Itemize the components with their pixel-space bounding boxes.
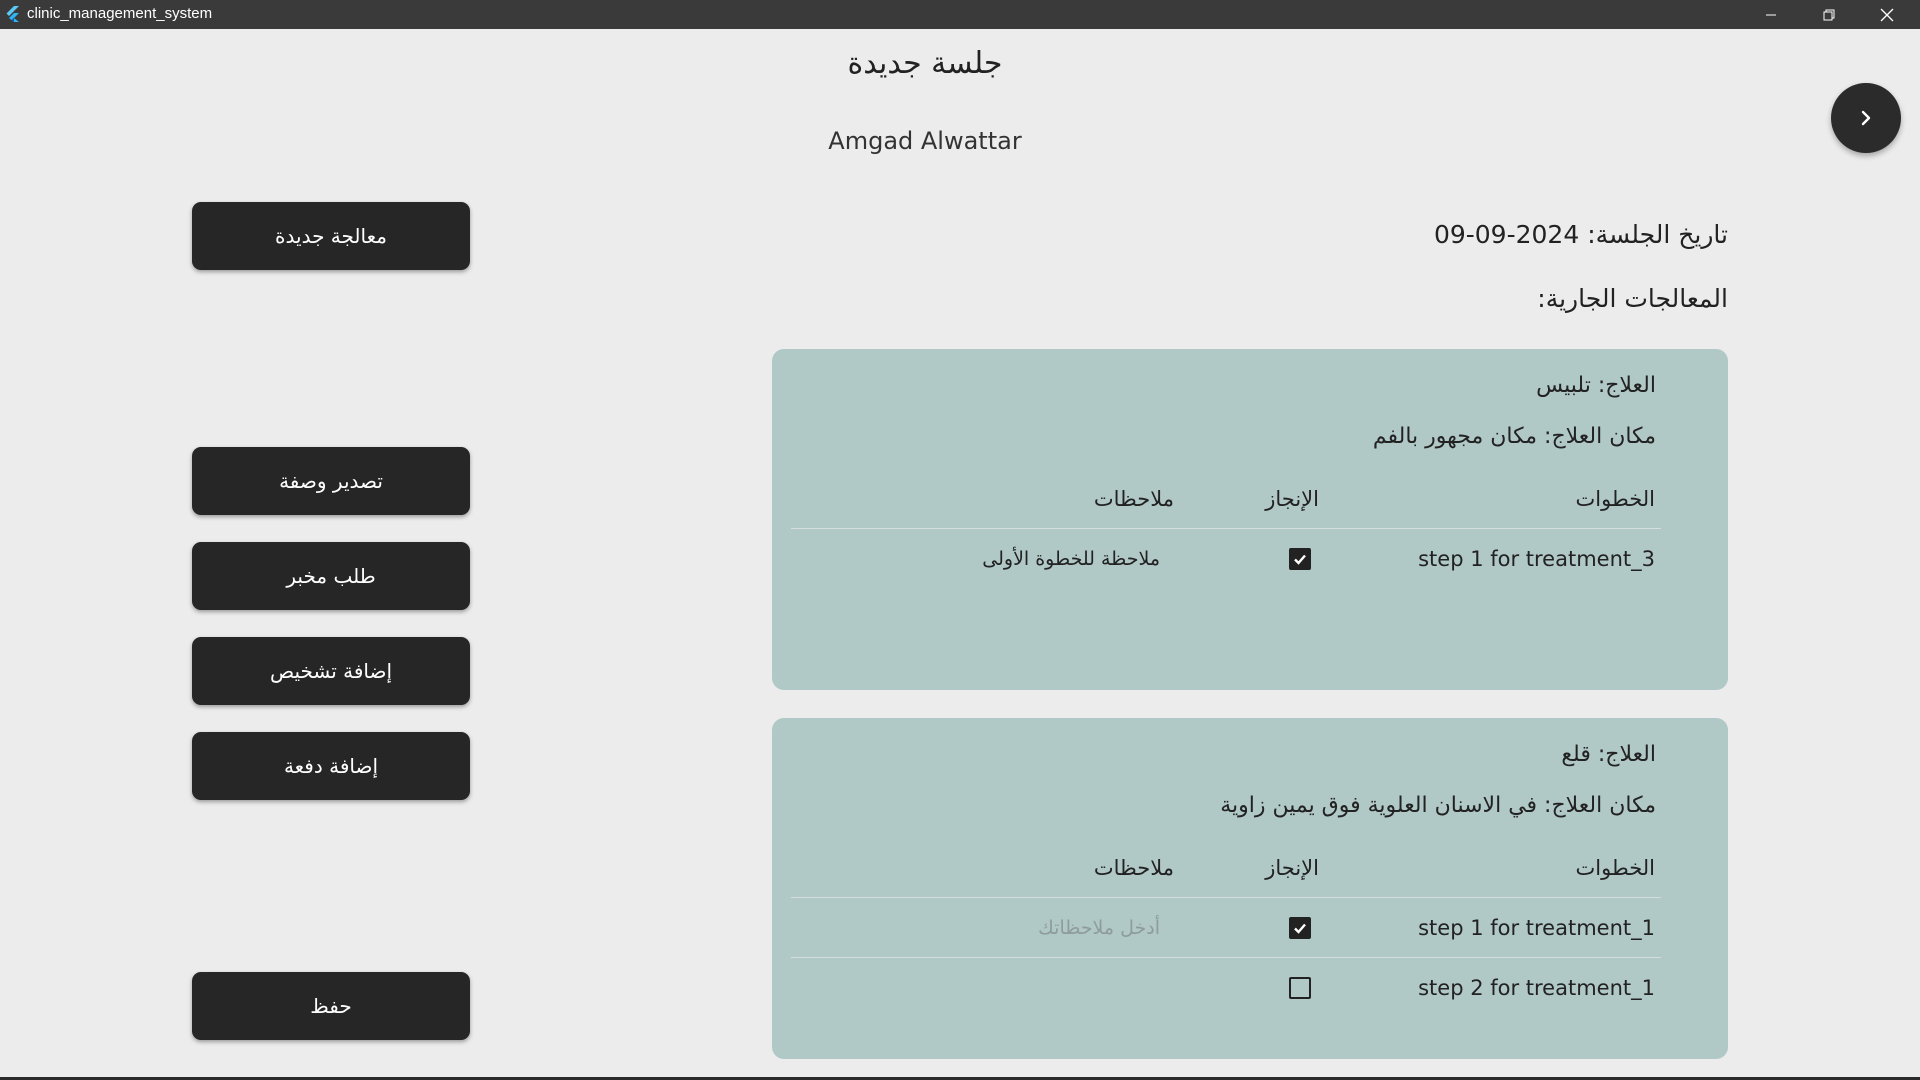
window-titlebar: clinic_management_system: [0, 0, 1920, 29]
step-note-field[interactable]: ملاحظة للخطوة الأولى: [982, 529, 1160, 589]
minimize-icon: [1766, 14, 1776, 15]
close-button[interactable]: [1858, 0, 1916, 29]
page-title: جلسة جديدة: [847, 46, 1003, 81]
done-checkbox[interactable]: [1289, 917, 1311, 939]
treatment-card: العلاج: قلع مكان العلاج: في الاسنان العل…: [772, 718, 1728, 1059]
table-header-row: الخطوات الإنجاز ملاحظات: [791, 469, 1661, 529]
treatment-location: مكان العلاج: مكان مجهور بالفم: [1372, 424, 1656, 449]
flutter-logo-icon: [4, 5, 22, 23]
notes-header: ملاحظات: [1093, 487, 1174, 511]
patient-name: Amgad Alwattar: [828, 127, 1022, 155]
treatment-card: العلاج: تلبيس مكان العلاج: مكان مجهور با…: [772, 349, 1728, 690]
table-header-row: الخطوات الإنجاز ملاحظات: [791, 838, 1661, 898]
session-date: تاريخ الجلسة: 2024-09-09: [1433, 220, 1728, 249]
notes-header: ملاحظات: [1093, 856, 1174, 880]
done-checkbox[interactable]: [1289, 548, 1311, 570]
done-checkbox[interactable]: [1289, 977, 1311, 999]
table-row: step 1 for treatment_3 ملاحظة للخطوة الأ…: [791, 529, 1661, 589]
close-icon: [1880, 8, 1894, 21]
next-button[interactable]: [1831, 83, 1901, 153]
done-header: الإنجاز: [1265, 856, 1319, 880]
step-name: step 2 for treatment_1: [1418, 976, 1655, 1000]
treatment-name: العلاج: تلبيس: [1536, 373, 1656, 398]
steps-header: الخطوات: [1575, 487, 1655, 511]
restore-icon: [1823, 9, 1835, 20]
treatment-location: مكان العلاج: في الاسنان العلوية فوق يمين…: [1220, 793, 1656, 818]
add-diagnosis-button[interactable]: إضافة تشخيص: [192, 637, 470, 705]
window-title: clinic_management_system: [27, 5, 213, 22]
chevron-right-icon: [1861, 110, 1871, 126]
add-payment-button[interactable]: إضافة دفعة: [192, 732, 470, 800]
export-prescription-button[interactable]: تصدير وصفة: [192, 447, 470, 515]
check-icon: [1294, 554, 1306, 565]
step-name: step 1 for treatment_3: [1418, 547, 1655, 571]
lab-request-button[interactable]: طلب مخبر: [192, 542, 470, 610]
save-button[interactable]: حفظ: [192, 972, 470, 1040]
done-header: الإنجاز: [1265, 487, 1319, 511]
step-note-field[interactable]: أدخل ملاحظاتك: [1038, 898, 1160, 958]
step-name: step 1 for treatment_1: [1418, 916, 1655, 940]
restore-button[interactable]: [1800, 0, 1858, 29]
treatment-name: العلاج: قلع: [1561, 742, 1656, 767]
check-icon: [1294, 923, 1306, 934]
minimize-button[interactable]: [1742, 0, 1800, 29]
new-treatment-button[interactable]: معالجة جديدة: [192, 202, 470, 270]
table-row: step 2 for treatment_1: [791, 958, 1661, 1018]
table-row: step 1 for treatment_1 أدخل ملاحظاتك: [791, 898, 1661, 958]
steps-header: الخطوات: [1575, 856, 1655, 880]
ongoing-treatments-label: المعالجات الجارية:: [1537, 284, 1728, 313]
